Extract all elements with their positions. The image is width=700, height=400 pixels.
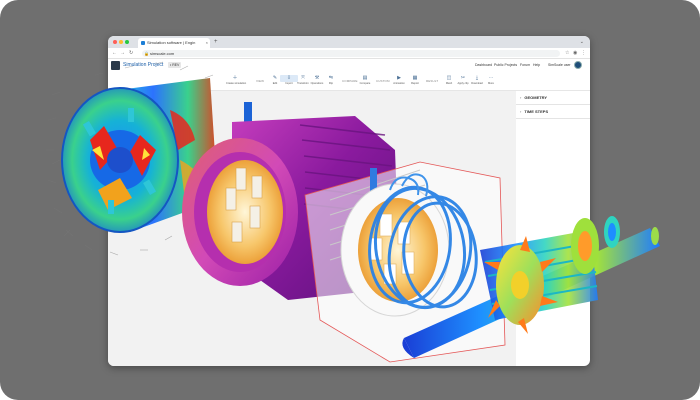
result-tree-panel: › GEOMETRY › TIME STEPS (516, 91, 590, 121)
tool-compare[interactable]: ▤ Compare (356, 75, 374, 86)
background-stage: Simulation software | Engin × + ⌄ ← → ↻ … (0, 0, 700, 400)
compare-icon: ▤ (362, 75, 368, 81)
chevron-right-icon: › (520, 95, 522, 100)
tool-more[interactable]: ⋯ More (482, 75, 500, 86)
lock-icon: 🔒 (144, 51, 149, 56)
reload-icon[interactable]: ↻ (129, 49, 133, 58)
revision-badge: • REV (168, 62, 182, 68)
tool-report[interactable]: ▦ Report (406, 75, 424, 86)
close-window-dot[interactable] (113, 40, 117, 44)
panel-item-time-steps[interactable]: › TIME STEPS (516, 105, 590, 119)
chevron-right-icon: › (520, 109, 522, 114)
report-icon: ▦ (412, 75, 418, 81)
header-link-user[interactable]: SimScale user (548, 63, 571, 67)
tool-flip[interactable]: ⇋ Flip (322, 75, 340, 86)
header-link-help[interactable]: Help (533, 63, 540, 67)
url-field[interactable]: 🔒 simscale.com (142, 50, 560, 57)
group-label-result: RESULT (426, 79, 439, 83)
minimize-window-dot[interactable] (119, 40, 123, 44)
browser-tab[interactable]: Simulation software | Engin × (138, 38, 210, 48)
browser-menu-icon[interactable]: ⋮ (581, 49, 586, 58)
header-link-public-projects[interactable]: Public Projects (494, 63, 517, 67)
tab-list-chevron-icon[interactable]: ⌄ (580, 36, 584, 48)
group-label-view: VIEW (256, 79, 265, 83)
maximize-window-dot[interactable] (125, 40, 129, 44)
url-text: simscale.com (150, 51, 175, 56)
tab-title: Simulation software | Engin (147, 40, 196, 45)
flip-icon: ⇋ (328, 75, 334, 81)
tool-create-simulation[interactable]: ＋ Create simulation (226, 75, 246, 86)
panel-item-geometry[interactable]: › GEOMETRY (516, 91, 590, 105)
forward-arrow-icon[interactable]: → (120, 49, 125, 58)
profile-icon[interactable]: ◉ (573, 49, 577, 58)
header-link-forum[interactable]: Forum (520, 63, 530, 67)
back-arrow-icon[interactable]: ← (112, 49, 117, 58)
app-header: Simulation Project • REV Dashboard Publi… (108, 59, 590, 73)
address-bar: ← → ↻ 🔒 simscale.com ☆ ◉ ⋮ (108, 48, 590, 59)
more-icon: ⋯ (488, 75, 494, 81)
tab-close-icon[interactable]: × (206, 38, 208, 48)
favicon-icon (141, 41, 145, 45)
browser-tab-bar: Simulation software | Engin × + ⌄ (108, 36, 590, 48)
plus-icon: ＋ (232, 75, 238, 81)
new-tab-button[interactable]: + (214, 37, 218, 47)
user-avatar[interactable] (574, 61, 582, 69)
group-label-custom: CUSTOM (376, 79, 390, 83)
simscale-logo[interactable] (111, 61, 120, 70)
header-link-dashboard[interactable]: Dashboard (475, 63, 492, 67)
bookmark-star-icon[interactable]: ☆ (565, 49, 569, 58)
